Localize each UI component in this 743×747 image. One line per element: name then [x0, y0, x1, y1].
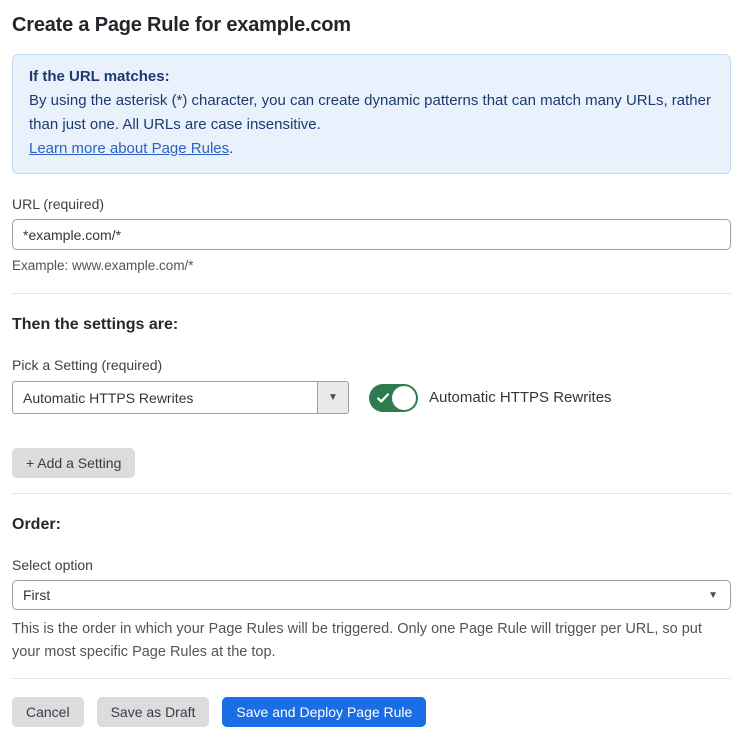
create-page-rule-form: Create a Page Rule for example.com If th…: [0, 0, 743, 747]
caret-down-icon: ▼: [708, 589, 718, 601]
order-select[interactable]: First ▼: [12, 580, 731, 610]
order-helper-text: This is the order in which your Page Rul…: [12, 621, 702, 660]
save-as-draft-button[interactable]: Save as Draft: [96, 697, 210, 727]
toggle-label: Automatic HTTPS Rewrites: [429, 389, 612, 406]
pick-setting-label: Pick a Setting (required): [12, 357, 163, 373]
url-example-helper: Example: www.example.com/*: [12, 258, 194, 273]
page-title: Create a Page Rule for example.com: [12, 14, 351, 36]
order-section-heading: Order:: [12, 516, 61, 533]
divider: [12, 293, 731, 294]
link-suffix: .: [229, 140, 234, 157]
divider: [12, 678, 731, 679]
url-field-label: URL (required): [12, 196, 105, 212]
setting-picker-row: Automatic HTTPS Rewrites ▼ Automatic HTT…: [12, 381, 731, 414]
cancel-button[interactable]: Cancel: [12, 697, 84, 727]
form-actions: Cancel Save as Draft Save and Deploy Pag…: [12, 697, 731, 727]
setting-select-value: Automatic HTTPS Rewrites: [23, 389, 194, 406]
order-select-label: Select option: [12, 557, 93, 573]
add-setting-button[interactable]: + Add a Setting: [12, 448, 136, 478]
setting-select[interactable]: Automatic HTTPS Rewrites ▼: [12, 381, 349, 414]
info-box-body: By using the asterisk (*) character, you…: [29, 92, 711, 133]
caret-down-icon: ▼: [328, 392, 338, 403]
url-input[interactable]: [12, 219, 731, 250]
toggle-knob: [392, 385, 416, 410]
url-matches-info-box: If the URL matches: By using the asteris…: [12, 54, 731, 174]
save-and-deploy-button[interactable]: Save and Deploy Page Rule: [222, 697, 427, 727]
order-select-value: First: [23, 587, 51, 603]
https-rewrites-toggle[interactable]: [369, 383, 418, 412]
learn-more-link[interactable]: Learn more about Page Rules: [29, 140, 229, 157]
check-icon: [377, 392, 389, 403]
settings-section-heading: Then the settings are:: [12, 316, 179, 333]
setting-select-caret-button[interactable]: ▼: [317, 382, 348, 413]
info-box-link-line: Learn more about Page Rules.: [29, 137, 714, 161]
info-box-heading: If the URL matches:: [29, 68, 170, 85]
https-rewrites-toggle-group: Automatic HTTPS Rewrites: [369, 383, 612, 412]
divider: [12, 493, 731, 494]
